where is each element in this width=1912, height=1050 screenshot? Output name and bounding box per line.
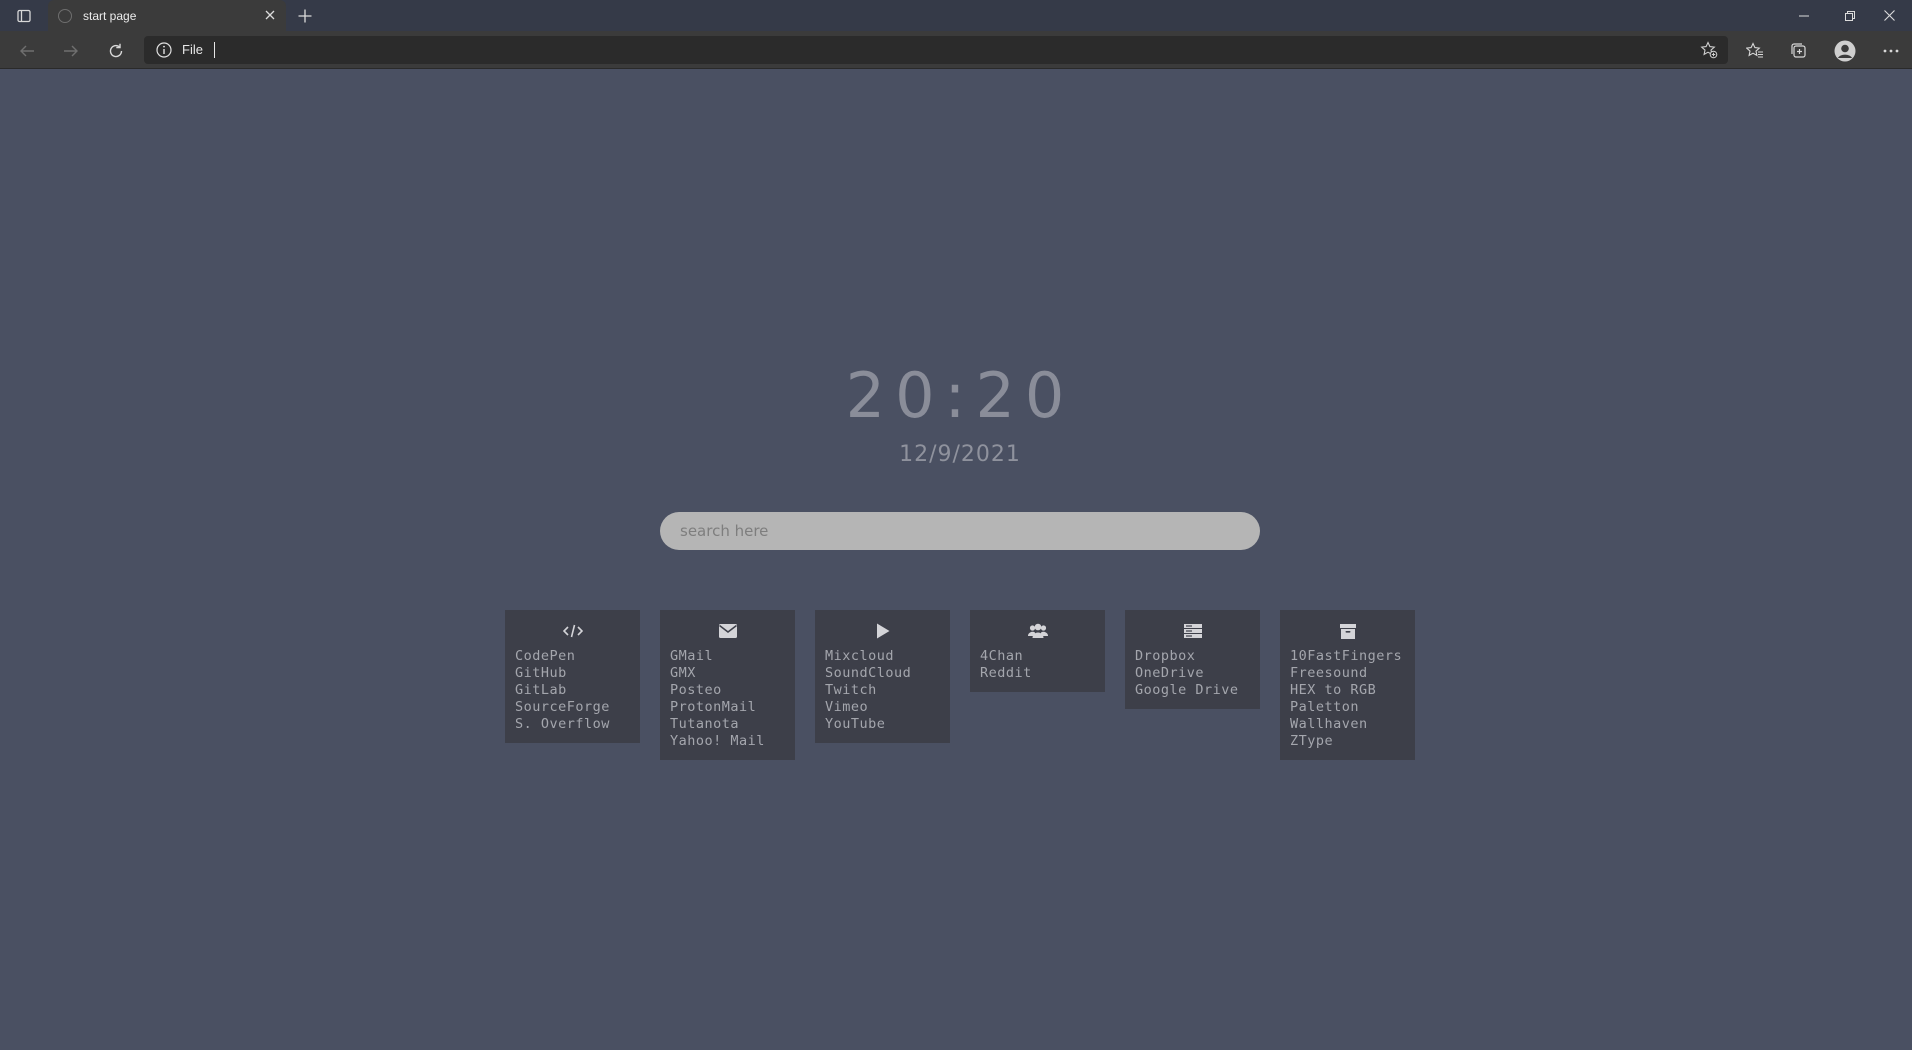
server-icon [1183,624,1202,638]
forward-button[interactable] [58,38,84,64]
card-link[interactable]: S. Overflow [515,716,640,733]
search-input[interactable] [660,512,1260,550]
card-link[interactable]: CodePen [515,648,640,665]
card-link[interactable]: GitHub [515,665,640,682]
refresh-icon [109,43,123,58]
users-icon [1027,623,1048,638]
clock: 20:20 [845,359,1075,432]
card-link[interactable]: HEX to RGB [1290,682,1415,699]
card-link[interactable]: OneDrive [1135,665,1260,682]
card-link[interactable]: Dropbox [1135,648,1260,665]
minimize-icon [1799,15,1809,16]
address-file-label: File [182,42,203,57]
add-favorite-icon[interactable] [1700,41,1718,59]
card-link[interactable]: SourceForge [515,699,640,716]
restore-icon [1845,10,1855,21]
favorites-icon [1746,42,1763,58]
bookmark-card-mail: GMail GMX Posteo ProtonMail Tutanota Yah… [660,610,795,760]
profile-button[interactable] [1832,38,1858,64]
card-link[interactable]: Tutanota [670,716,795,733]
info-icon[interactable] [156,42,172,58]
collections-button[interactable] [1786,38,1812,64]
card-link[interactable]: Reddit [980,665,1105,682]
card-link[interactable]: Twitch [825,682,950,699]
card-link[interactable]: GMail [670,648,795,665]
card-link[interactable]: YouTube [825,716,950,733]
address-caret [214,42,215,58]
card-link[interactable]: Yahoo! Mail [670,733,795,750]
envelope-icon [718,624,737,638]
bookmark-card-tools: 10FastFingers Freesound HEX to RGB Palet… [1280,610,1415,760]
favorites-button[interactable] [1742,38,1768,64]
refresh-button[interactable] [103,38,129,64]
card-link[interactable]: Google Drive [1135,682,1260,699]
settings-more-button[interactable] [1878,38,1904,64]
tab-close-button[interactable] [262,7,278,23]
close-icon [265,10,275,20]
close-window-button[interactable] [1866,0,1912,31]
archive-icon [1339,623,1356,639]
minimize-button[interactable] [1781,0,1827,31]
card-link[interactable]: Vimeo [825,699,950,716]
browser-toolbar: File [0,31,1912,69]
browser-tab[interactable]: start page [48,0,286,31]
tab-actions-icon [17,9,31,23]
new-tab-button[interactable] [294,5,316,27]
card-link[interactable]: Mixcloud [825,648,950,665]
bookmark-card-media: Mixcloud SoundCloud Twitch Vimeo YouTube [815,610,950,743]
tab-bar: start page [0,0,1912,31]
card-link[interactable]: ProtonMail [670,699,795,716]
card-link[interactable]: Wallhaven [1290,716,1415,733]
address-bar[interactable]: File [144,36,1728,64]
plus-icon [298,9,312,23]
back-button[interactable] [14,38,40,64]
card-link[interactable]: Paletton [1290,699,1415,716]
card-link[interactable]: Freesound [1290,665,1415,682]
arrow-right-icon [64,45,78,57]
more-icon [1883,49,1899,53]
card-link[interactable]: GMX [670,665,795,682]
bookmark-card-social: 4Chan Reddit [970,610,1105,692]
card-link[interactable]: SoundCloud [825,665,950,682]
card-link[interactable]: GitLab [515,682,640,699]
collections-icon [1791,43,1806,58]
tab-actions-button[interactable] [11,5,37,27]
card-link[interactable]: 4Chan [980,648,1105,665]
avatar-icon [1834,40,1856,62]
card-link[interactable]: Posteo [670,682,795,699]
code-icon [562,624,583,638]
card-link[interactable]: ZType [1290,733,1415,750]
arrow-left-icon [20,45,34,57]
tab-title: start page [83,8,137,23]
play-icon [876,623,889,639]
card-link[interactable]: 10FastFingers [1290,648,1415,665]
close-window-icon [1883,10,1895,21]
bookmark-card-code: CodePen GitHub GitLab SourceForge S. Ove… [505,610,640,743]
date: 12/9/2021 [899,442,1021,467]
tab-favicon-icon [58,8,72,23]
bookmark-card-storage: Dropbox OneDrive Google Drive [1125,610,1260,709]
